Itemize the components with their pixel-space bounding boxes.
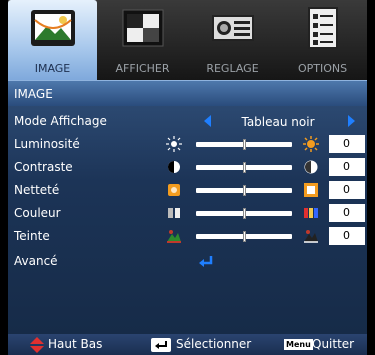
row-label: Contraste bbox=[14, 160, 73, 174]
tab-reglage[interactable]: REGLAGE bbox=[188, 0, 277, 80]
luminosite-slider[interactable] bbox=[196, 139, 292, 150]
value-box: 0 bbox=[329, 227, 365, 245]
arrow-right-icon[interactable] bbox=[348, 115, 355, 127]
up-down-icon bbox=[30, 337, 44, 353]
value-box: 0 bbox=[329, 158, 365, 176]
row-label: Mode Affichage bbox=[14, 114, 107, 128]
nettete-slider[interactable] bbox=[196, 185, 292, 196]
bright-sun-icon bbox=[303, 136, 319, 152]
row-label: Teinte bbox=[14, 229, 50, 243]
advanced-row[interactable]: Avancé bbox=[8, 251, 367, 271]
row-label: Netteté bbox=[14, 183, 60, 197]
value-box: 0 bbox=[329, 204, 365, 222]
slider-row-teinte[interactable]: Teinte 0 bbox=[8, 226, 367, 246]
arrow-left-icon[interactable] bbox=[204, 115, 211, 127]
color-high-icon bbox=[304, 208, 318, 218]
slider-row-nettete[interactable]: Netteté 0 bbox=[8, 180, 367, 200]
row-label: Avancé bbox=[14, 254, 58, 268]
slider-row-couleur[interactable]: Couleur 0 bbox=[8, 203, 367, 223]
menu-key-icon: Menu bbox=[284, 339, 313, 350]
tint-high-icon bbox=[304, 230, 318, 243]
contrast-high-icon bbox=[304, 160, 318, 174]
projector-icon bbox=[212, 15, 254, 41]
value-box: 0 bbox=[329, 181, 365, 199]
slider-row-contraste[interactable]: Contraste 0 bbox=[8, 157, 367, 177]
tab-label: IMAGE bbox=[34, 62, 71, 75]
slider-knob[interactable] bbox=[243, 139, 246, 150]
tab-label: AFFICHER bbox=[115, 62, 170, 75]
tab-label: OPTIONS bbox=[297, 62, 348, 75]
dim-sun-icon bbox=[166, 136, 182, 152]
value-box: 0 bbox=[329, 135, 365, 153]
contraste-slider[interactable] bbox=[196, 162, 292, 173]
color-low-icon bbox=[168, 208, 180, 218]
tint-low-icon bbox=[167, 230, 181, 243]
panel-title: IMAGE bbox=[8, 80, 367, 106]
slider-knob[interactable] bbox=[243, 162, 246, 173]
tab-options[interactable]: OPTIONS bbox=[278, 0, 367, 80]
mode-affichage-row[interactable]: Mode Affichage Tableau noir bbox=[8, 111, 367, 131]
footer-hint-bar: Haut Bas Sélectionner Menu Quitter bbox=[8, 334, 367, 355]
display-icon bbox=[122, 9, 164, 47]
slider-knob[interactable] bbox=[243, 231, 246, 242]
footer-nav-hint: Haut Bas bbox=[48, 337, 103, 351]
couleur-slider[interactable] bbox=[196, 208, 292, 219]
tab-label: REGLAGE bbox=[206, 62, 259, 75]
tab-bar: IMAGE AFFICHER REGLAGE OPTIONS bbox=[8, 0, 367, 80]
footer-select-hint: Sélectionner bbox=[176, 337, 252, 351]
slider-row-luminosite[interactable]: Luminosité 0 bbox=[8, 134, 367, 154]
teinte-slider[interactable] bbox=[196, 231, 292, 242]
options-list-icon bbox=[308, 7, 338, 49]
settings-panel: IMAGE Mode Affichage Tableau noir Lumino… bbox=[8, 80, 367, 334]
contrast-low-icon bbox=[168, 161, 180, 173]
row-label: Couleur bbox=[14, 206, 61, 220]
tab-afficher[interactable]: AFFICHER bbox=[98, 0, 187, 80]
image-icon bbox=[31, 10, 75, 46]
enter-arrow-icon[interactable] bbox=[198, 254, 214, 270]
row-label: Luminosité bbox=[14, 137, 80, 151]
footer-quit-hint: Quitter bbox=[312, 337, 355, 351]
osd-menu: IMAGE AFFICHER REGLAGE OPTIONS IMAGE Mod… bbox=[0, 0, 375, 355]
enter-key-icon bbox=[151, 338, 171, 352]
slider-knob[interactable] bbox=[243, 208, 246, 219]
mode-value: Tableau noir bbox=[241, 115, 315, 129]
sharpness-high-icon bbox=[304, 183, 318, 197]
slider-knob[interactable] bbox=[243, 185, 246, 196]
sharpness-low-icon bbox=[168, 184, 180, 196]
tab-image[interactable]: IMAGE bbox=[8, 0, 97, 80]
